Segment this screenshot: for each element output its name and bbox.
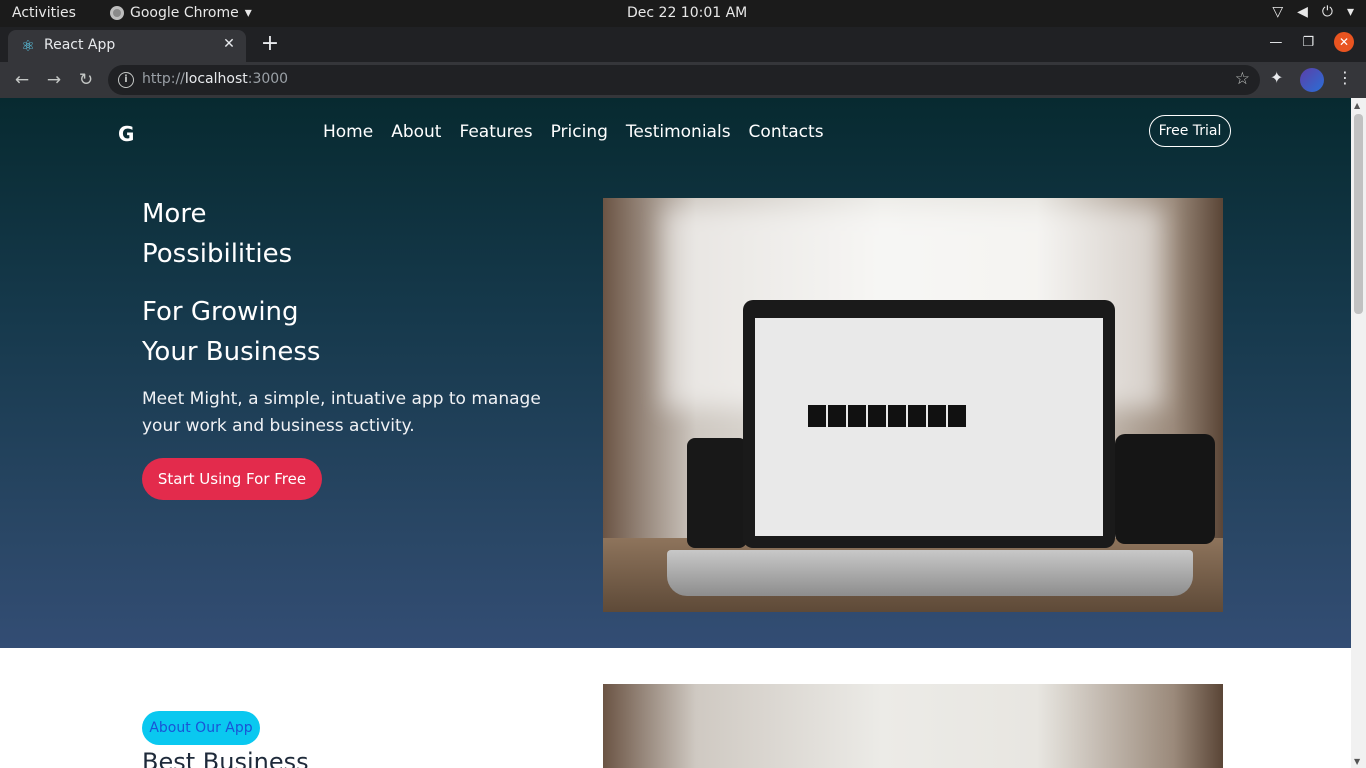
extensions-puzzle-icon[interactable]: ✦ [1270,68,1283,87]
system-top-bar: Activities Google Chrome ▾ Dec 22 10:01 … [0,0,1366,27]
back-arrow-icon[interactable]: ← [10,68,34,92]
react-icon: ⚛ [21,37,35,55]
close-window-icon[interactable]: ✕ [1334,32,1354,52]
maximize-icon[interactable]: ❐ [1302,35,1314,50]
power-icon: ⏻ [1321,4,1333,20]
system-tray[interactable]: ▽ ◀ ⏻ ▾ [1272,4,1354,20]
new-tab-button[interactable]: + [258,31,282,56]
forward-arrow-icon[interactable]: → [42,68,66,92]
nav-item-pricing[interactable]: Pricing [551,122,608,142]
wifi-icon: ▽ [1272,4,1284,20]
scroll-down-icon[interactable]: ▼ [1354,757,1360,766]
caret-down-icon: ▾ [244,5,252,21]
hero-laptop-image [603,198,1223,612]
bookmark-star-icon[interactable]: ☆ [1235,69,1250,89]
hero-description: Meet Might, a simple, intuative app to m… [142,389,541,436]
about-badge: About Our App [142,711,260,745]
url-text[interactable]: http://localhost:3000 [142,71,288,87]
tab-strip: ⚛ React App ✕ + — ❐ ✕ [0,27,1366,62]
hero-subtitle: For Growing Your Business [142,297,321,367]
address-bar[interactable]: i http://localhost:3000 ☆ [108,65,1260,95]
info-icon[interactable]: i [118,72,134,88]
tab-title: React App [44,37,116,53]
app-menu-label: Google Chrome [130,5,239,21]
profile-avatar[interactable] [1300,68,1324,92]
app-menu[interactable]: Google Chrome ▾ [110,5,252,21]
volume-icon: ◀ [1297,4,1308,20]
hero-section: G Home About Features Pricing Testimonia… [0,98,1351,648]
main-nav: Home About Features Pricing Testimonials… [323,122,824,142]
caret-down-icon: ▾ [1346,4,1354,20]
browser-toolbar: ← → ↻ i http://localhost:3000 ☆ ✦ ⋮ [0,62,1366,98]
about-image [603,684,1223,768]
close-tab-icon[interactable]: ✕ [220,35,238,53]
nav-item-contacts[interactable]: Contacts [749,122,824,142]
chrome-icon [110,6,124,20]
scrollbar-thumb[interactable] [1354,114,1363,314]
clock[interactable]: Dec 22 10:01 AM [627,5,747,21]
nav-item-about[interactable]: About [391,122,441,142]
window-controls: — ❐ ✕ [1269,32,1354,52]
about-title: Best Business [142,748,309,768]
scroll-up-icon[interactable]: ▲ [1354,101,1360,110]
minimize-icon[interactable]: — [1269,35,1282,50]
free-trial-button[interactable]: Free Trial [1149,115,1231,147]
site-logo[interactable]: G [118,122,134,146]
menu-dots-icon[interactable]: ⋮ [1337,68,1353,87]
start-using-button[interactable]: Start Using For Free [142,458,322,500]
browser-tab[interactable]: ⚛ React App ✕ [8,30,246,62]
page-scrollbar[interactable]: ▲ ▼ [1351,98,1366,768]
activities-button[interactable]: Activities [12,5,76,21]
nav-item-home[interactable]: Home [323,122,373,142]
nav-item-testimonials[interactable]: Testimonials [626,122,731,142]
reload-icon[interactable]: ↻ [74,68,98,92]
page-viewport: G Home About Features Pricing Testimonia… [0,98,1351,768]
nav-item-features[interactable]: Features [459,122,532,142]
hero-title: More Possibilities [142,199,293,269]
